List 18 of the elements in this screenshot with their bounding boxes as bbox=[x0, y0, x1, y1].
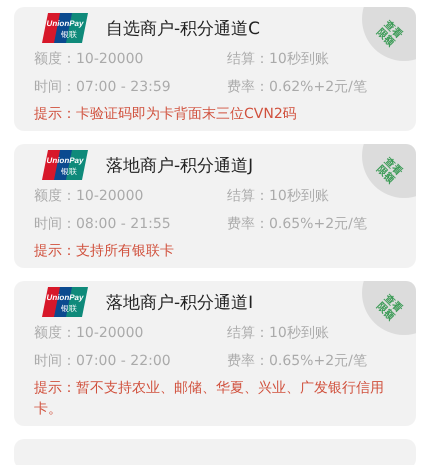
info-field: 时间：08:00 - 21:55 bbox=[34, 213, 227, 235]
info-field: 费率：0.62%+2元/笔 bbox=[227, 76, 406, 98]
channel-title: 落地商户-积分通道I bbox=[106, 292, 254, 314]
info-field: 费率：0.65%+2元/笔 bbox=[227, 350, 406, 372]
tip-text: 提示：支持所有银联卡 bbox=[34, 242, 175, 261]
info-field: 费率：0.65%+2元/笔 bbox=[227, 213, 406, 235]
tip-text: 提示：暂不支持农业、邮储、华夏、兴业、广发银行信用卡。 bbox=[34, 379, 385, 419]
info-field: 额度：10-20000 bbox=[34, 48, 227, 70]
info-field: 结算：10秒到账 bbox=[227, 322, 406, 344]
info-field: 时间：07:00 - 23:59 bbox=[34, 76, 227, 98]
info-field: 结算：10秒到账 bbox=[227, 48, 406, 70]
info-field: 额度：10-20000 bbox=[34, 322, 227, 344]
info-field: 额度：10-20000 bbox=[34, 185, 227, 207]
info-field: 结算：10秒到账 bbox=[227, 185, 406, 207]
tip-text: 提示：卡验证码即为卡背面末三位CVN2码 bbox=[34, 105, 298, 124]
channel-title: 落地商户-积分通道J bbox=[106, 154, 254, 176]
channel-title: 自选商户-积分通道C bbox=[106, 18, 260, 40]
info-field: 时间：07:00 - 22:00 bbox=[34, 350, 227, 372]
